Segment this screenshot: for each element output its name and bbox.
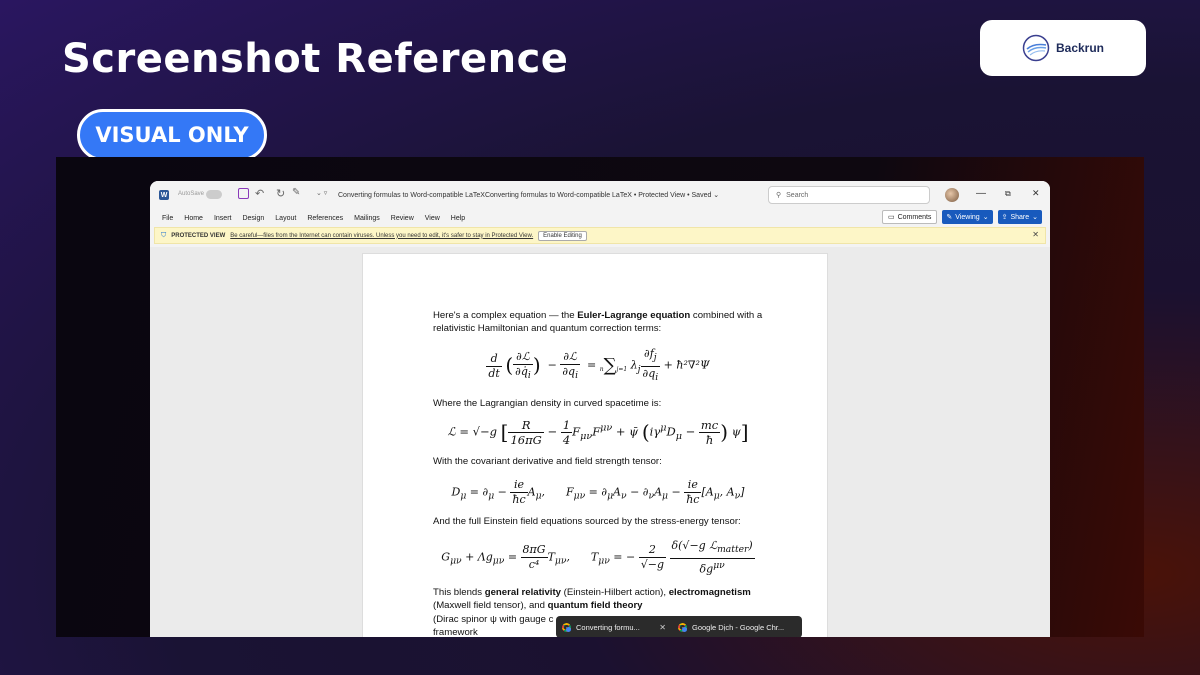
equation-euler-lagrange: d dt (∂ℒ ∂q̇i) − ∂ℒ ∂qi = n∑j=1 λj ∂fj ∂qi + … <box>486 347 710 383</box>
screenshot-area: W AutoSave ↶ ↻ ✎ ⌄ ▿ Converting formulas… <box>56 157 1144 637</box>
shield-icon: ⛉ <box>161 231 167 239</box>
taskbar-preview: Converting formu... ✕ Google Dịch - Goog… <box>556 616 802 637</box>
user-avatar[interactable] <box>945 188 959 202</box>
share-button[interactable]: ⇪ Share ⌄ <box>997 210 1042 224</box>
backrun-logo-icon <box>1022 34 1050 62</box>
menu-file[interactable]: File <box>162 215 173 222</box>
taskbar-item-word[interactable]: Converting formu... ✕ <box>556 622 672 632</box>
chrome-icon <box>562 622 571 632</box>
brand-name: Backrun <box>1055 41 1105 55</box>
menu-references[interactable]: References <box>307 215 343 222</box>
autosave-label: AutoSave <box>178 191 205 197</box>
undo-icon[interactable]: ↶ <box>255 187 264 200</box>
paragraph-covariant: With the covariant derivative and field … <box>433 455 662 467</box>
redo-icon[interactable]: ↻ <box>276 187 285 200</box>
document-page[interactable]: Here's a complex equation — the Euler-La… <box>362 253 828 637</box>
search-placeholder: Search <box>786 191 809 199</box>
equation-einstein-field: Gμν + Λgμν = 8πG c⁴ Tμν, Tμν = − 2 √−g δ(√−… <box>441 539 755 576</box>
word-window: W AutoSave ↶ ↻ ✎ ⌄ ▿ Converting formulas… <box>150 181 1050 637</box>
quick-access-more-icon[interactable]: ⌄ ▿ <box>316 189 327 197</box>
protected-view-bar: ⛉ PROTECTED VIEW Be careful—files from t… <box>154 227 1046 244</box>
paragraph-lagrangian: Where the Lagrangian density in curved s… <box>433 397 662 409</box>
ribbon-menu: File Home Insert Design Layout Reference… <box>150 209 1050 227</box>
taskbar-item-translate[interactable]: Google Dịch - Google Chr... <box>672 622 788 632</box>
banner-title: Screenshot Reference <box>62 36 569 82</box>
close-icon[interactable]: ✕ <box>1032 230 1039 239</box>
share-icon: ⇪ <box>1001 214 1008 221</box>
save-icon[interactable] <box>238 188 249 199</box>
close-icon[interactable]: ✕ <box>659 623 666 632</box>
comment-icon: ▭ <box>887 214 895 221</box>
document-content: Here's a complex equation — the Euler-La… <box>433 309 763 637</box>
restore-icon[interactable]: ⧉ <box>1005 189 1011 199</box>
search-input[interactable]: ⚲ Search <box>768 186 930 204</box>
chevron-down-icon: ⌄ <box>982 214 989 221</box>
close-icon[interactable]: ✕ <box>1032 188 1040 199</box>
viewing-label: Viewing <box>955 213 980 221</box>
comments-button[interactable]: ▭ Comments <box>881 210 938 224</box>
document-title[interactable]: Converting formulas to Word-compatible L… <box>338 191 719 199</box>
equation-lagrangian-density: ℒ = √−g [R 16πG − 1 4 FμνFμν + ψ̄ (iγμDμ − … <box>447 417 749 447</box>
enable-editing-button[interactable]: Enable Editing <box>538 230 587 241</box>
chevron-down-icon: ⌄ <box>1032 214 1038 221</box>
protected-view-message[interactable]: Be careful—files from the Internet can c… <box>230 233 533 239</box>
document-canvas: Here's a complex equation — the Euler-La… <box>150 247 1050 637</box>
brand-logo-box: Backrun <box>980 20 1146 76</box>
menu-insert[interactable]: Insert <box>214 215 232 222</box>
minimize-icon[interactable]: — <box>976 188 986 199</box>
equation-covariant-derivative: Dμ = ∂μ − ie ħc Aμ, Fμν = ∂μAν − ∂νAμ − ie… <box>451 478 745 507</box>
menu-mailings[interactable]: Mailings <box>354 215 380 222</box>
protected-view-label: PROTECTED VIEW <box>171 232 226 239</box>
menu-review[interactable]: Review <box>391 215 414 222</box>
autosave-toggle[interactable] <box>206 190 222 199</box>
draw-pen-icon[interactable]: ✎ <box>292 187 300 198</box>
viewing-button[interactable]: ✎ Viewing ⌄ <box>942 210 993 224</box>
taskbar-item-label: Google Dịch - Google Chr... <box>692 622 785 632</box>
comments-label: Comments <box>897 213 932 221</box>
paragraph-intro: Here's a complex equation — the Euler-La… <box>433 310 763 335</box>
chrome-icon <box>678 622 687 632</box>
paragraph-einstein: And the full Einstein field equations so… <box>433 516 741 528</box>
search-icon: ⚲ <box>776 192 782 199</box>
menu-help[interactable]: Help <box>451 215 465 222</box>
word-app-icon: W <box>159 190 169 200</box>
title-bar: W AutoSave ↶ ↻ ✎ ⌄ ▿ Converting formulas… <box>150 181 1050 209</box>
viewing-pen-icon: ✎ <box>946 214 953 221</box>
menu-design[interactable]: Design <box>242 215 264 222</box>
menu-home[interactable]: Home <box>184 215 203 222</box>
taskbar-item-label: Converting formu... <box>576 622 640 632</box>
visual-only-pill: VISUAL ONLY <box>77 109 267 161</box>
share-label: Share <box>1010 213 1030 221</box>
menu-view[interactable]: View <box>425 215 440 222</box>
menu-layout[interactable]: Layout <box>275 215 296 222</box>
